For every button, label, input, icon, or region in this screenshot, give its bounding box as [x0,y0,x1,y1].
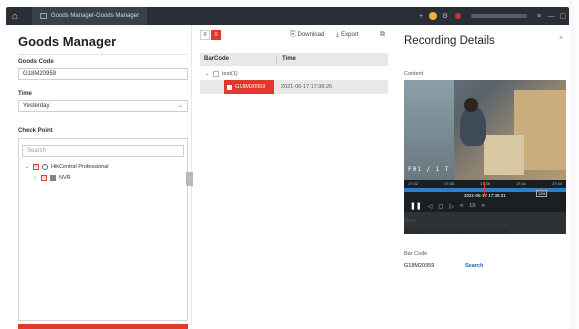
slow-down-icon[interactable]: « [460,203,463,209]
details-title: Recording Details [404,35,495,47]
barcode-label: Bar Code [404,251,428,257]
timeline-zoom[interactable]: 12H [536,190,548,197]
time-label: Time [404,218,417,224]
column-header-barcode[interactable]: BarCode [204,56,229,62]
current-playback-time: 2021-06-17 17:38:31 [464,193,506,198]
user-info[interactable] [471,14,527,18]
download-button[interactable]: ⎘ Download [290,31,324,39]
playback-speed: 1X [469,203,476,209]
list-view-button[interactable]: ≡ [200,30,210,40]
recording-details-panel: Recording Details × Content F01 / 1 T 17… [398,25,571,325]
search-link[interactable]: Search [465,263,483,269]
stop-icon[interactable]: ◻ [438,203,443,210]
notification-icon[interactable] [429,12,437,20]
time-select[interactable]: Yesterday ⌄ [18,100,188,112]
filter-panel: Goods Manager Goods Code G18M20959 Time … [14,25,192,325]
minimize-icon[interactable]: — [545,10,557,22]
nvr-icon [50,175,56,181]
checkbox-checked-icon[interactable]: ✓ [41,175,47,181]
video-player[interactable]: F01 / 1 T 17:32 17:35 17:38 17:41 17:44 … [404,80,566,234]
speed-up-icon[interactable]: » [481,203,484,209]
module-icon [40,13,47,19]
chevron-down-icon: ⌄ [177,103,183,109]
collapse-panel-handle[interactable]: ‹ [186,172,193,186]
tree-node-nvr[interactable]: › ✓ NVR [32,173,71,183]
divider [18,54,188,55]
checkbox-checked-icon[interactable]: ✓ [33,164,39,170]
export-icon: ⤓ [336,31,340,38]
barcode-value: G18M20959 [404,263,435,269]
checkpoint-search-input[interactable]: Search [22,145,184,157]
tree-node-label: HikCentral Professional [51,164,109,170]
column-separator [276,56,277,63]
home-icon[interactable]: ⌂ [6,7,24,25]
download-label: Download [297,32,325,38]
barcode-cell[interactable]: G18M20959 [224,80,274,94]
group-label: test(1) [222,70,238,77]
tree-node-label: NVR [59,175,71,181]
export-button[interactable]: ⤓ Export [336,31,358,39]
group-row[interactable]: ⌄ test(1) [200,68,388,79]
globe-icon [42,164,48,170]
chevron-right-icon[interactable]: › [32,175,38,181]
alarm-icon[interactable] [455,13,461,19]
video-frame[interactable]: F01 / 1 T [404,80,566,180]
video-osd-channel: F01 / 1 T [408,166,450,173]
checkpoint-label: Check Point [18,128,53,134]
next-frame-icon[interactable]: ▷ [449,203,454,210]
table-row[interactable]: G18M20959 2021-06-17 17:38:26 [200,80,388,94]
goods-code-input[interactable]: G18M20959 [18,68,188,80]
pause-icon[interactable]: ❚❚ [410,202,422,210]
content-label: Content [404,71,424,77]
close-icon[interactable]: × [559,35,563,42]
checkpoint-tree: Search ⌄ ✓ HikCentral Professional › ✓ N… [18,138,188,321]
page-title: Goods Manager [18,34,117,49]
goods-code-label: Goods Code [18,59,54,65]
checkbox-checked-icon[interactable] [227,84,232,90]
grid-view-button[interactable]: ≡ [211,30,221,40]
column-header-time[interactable]: Time [282,56,296,62]
barcode-value: G18M20959 [235,84,266,90]
time-range-value: 2021-06-17 17:38:16-2021-06-17 17:38:36 [404,230,508,236]
tab-goods-manager[interactable]: Goods Manager-Goods Manager [32,7,148,25]
timeline-labels: 17:32 17:35 17:38 17:41 17:44 [408,181,562,186]
chevron-down-icon[interactable]: ⌄ [204,71,210,77]
popout-icon[interactable]: ⧉ [380,31,385,39]
time-select-value: Yesterday [23,103,50,109]
playback-controls: ❚❚ ◁ ◻ ▷ « 1X » [404,200,566,212]
checkbox-icon[interactable] [213,70,219,77]
tab-title: Goods Manager-Goods Manager [51,13,140,19]
search-button[interactable] [18,324,188,329]
results-panel: ≡ ≡ ⎘ Download ⤓ Export ⧉ BarCode Time ⌄… [196,25,392,325]
playback-timeline[interactable]: 17:32 17:35 17:38 17:41 17:44 2021-06-17… [404,180,566,200]
settings-icon[interactable]: ⚙ [439,10,451,22]
export-label: Export [341,32,359,38]
time-label: Time [18,91,32,97]
table-header: BarCode Time [200,53,388,66]
download-icon: ⎘ [290,31,296,38]
previous-frame-icon[interactable]: ◁ [428,203,433,210]
chevron-down-icon[interactable]: ⌄ [24,164,30,170]
tree-node-hikcentral[interactable]: ⌄ ✓ HikCentral Professional [24,162,108,172]
menu-icon[interactable]: ≡ [533,10,545,22]
add-icon[interactable]: + [415,10,427,22]
title-bar: ⌂ Goods Manager-Goods Manager + ⚙ ≡ — ▢ [6,7,569,25]
maximize-icon[interactable]: ▢ [557,10,569,22]
time-cell: 2021-06-17 17:38:26 [281,84,333,90]
